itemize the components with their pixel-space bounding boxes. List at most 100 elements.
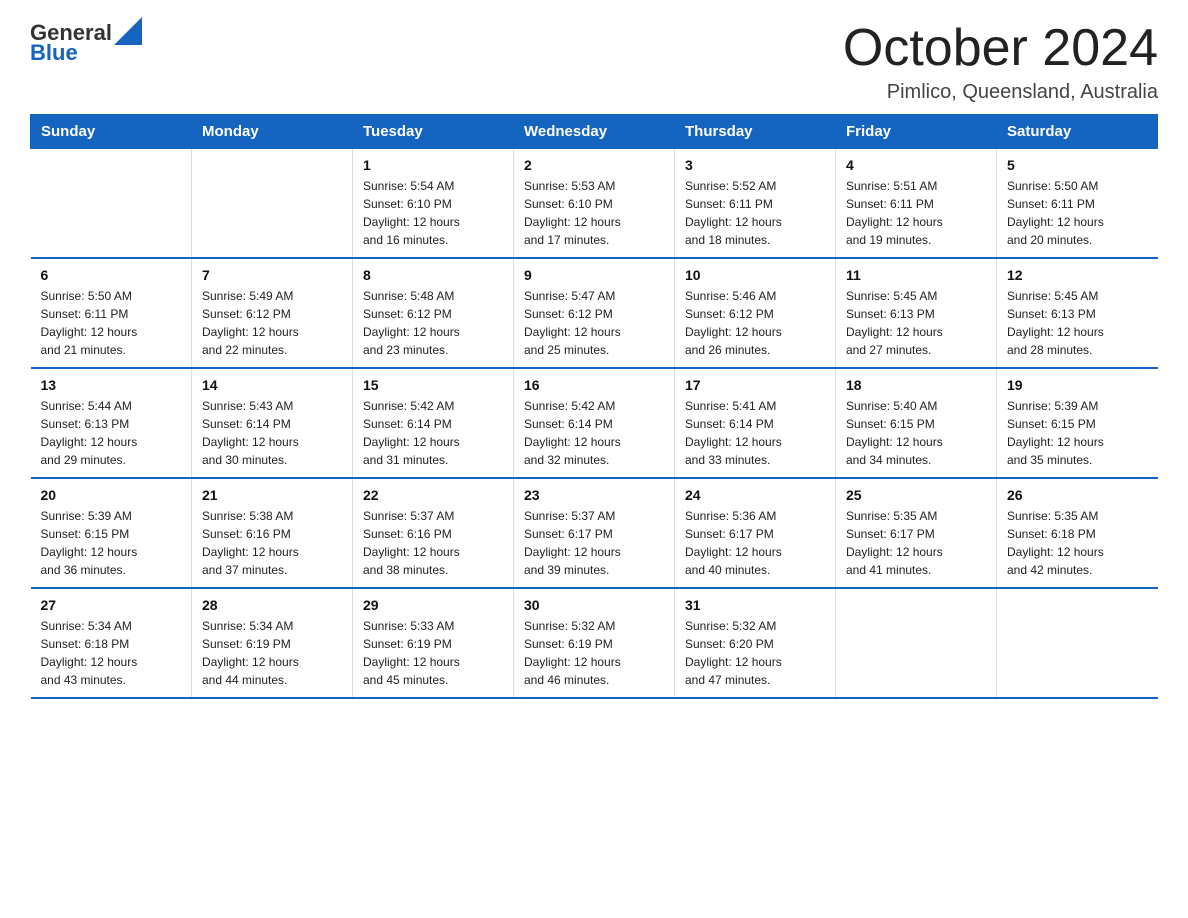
column-header-tuesday: Tuesday: [353, 115, 514, 149]
day-info: Sunrise: 5:52 AM Sunset: 6:11 PM Dayligh…: [685, 177, 825, 249]
day-number: 25: [846, 487, 986, 503]
day-number: 29: [363, 597, 503, 613]
day-info: Sunrise: 5:39 AM Sunset: 6:15 PM Dayligh…: [1007, 397, 1148, 469]
day-info: Sunrise: 5:42 AM Sunset: 6:14 PM Dayligh…: [524, 397, 664, 469]
page-header: General Blue October 2024 Pimlico, Queen…: [30, 20, 1158, 104]
calendar-week-row: 13 Sunrise: 5:44 AM Sunset: 6:13 PM Dayli…: [31, 368, 1158, 478]
day-number: 21: [202, 487, 342, 503]
calendar-cell: 3Sunrise: 5:52 AM Sunset: 6:11 PM Daylig…: [675, 149, 836, 259]
calendar-cell: 7 Sunrise: 5:49 AM Sunset: 6:12 PM Daylig…: [192, 258, 353, 368]
day-info: Sunrise: 5:39 AM Sunset: 6:15 PM Dayligh…: [41, 507, 182, 579]
calendar-week-row: 20 Sunrise: 5:39 AM Sunset: 6:15 PM Dayli…: [31, 478, 1158, 588]
calendar-cell: 22 Sunrise: 5:37 AM Sunset: 6:16 PM Dayli…: [353, 478, 514, 588]
calendar-cell: 29 Sunrise: 5:33 AM Sunset: 6:19 PM Dayli…: [353, 588, 514, 698]
day-info: Sunrise: 5:44 AM Sunset: 6:13 PM Dayligh…: [41, 397, 182, 469]
day-info: Sunrise: 5:54 AM Sunset: 6:10 PM Dayligh…: [363, 177, 503, 249]
day-info: Sunrise: 5:40 AM Sunset: 6:15 PM Dayligh…: [846, 397, 986, 469]
calendar-cell: 6 Sunrise: 5:50 AM Sunset: 6:11 PM Daylig…: [31, 258, 192, 368]
day-number: 12: [1007, 267, 1148, 283]
day-number: 16: [524, 377, 664, 393]
calendar-cell: 24 Sunrise: 5:36 AM Sunset: 6:17 PM Dayli…: [675, 478, 836, 588]
calendar-cell: 20 Sunrise: 5:39 AM Sunset: 6:15 PM Dayli…: [31, 478, 192, 588]
day-info: Sunrise: 5:41 AM Sunset: 6:14 PM Dayligh…: [685, 397, 825, 469]
calendar-cell: 27Sunrise: 5:34 AM Sunset: 6:18 PM Dayli…: [31, 588, 192, 698]
day-number: 23: [524, 487, 664, 503]
day-number: 17: [685, 377, 825, 393]
day-info: Sunrise: 5:43 AM Sunset: 6:14 PM Dayligh…: [202, 397, 342, 469]
calendar-cell: 31 Sunrise: 5:32 AM Sunset: 6:20 PM Dayli…: [675, 588, 836, 698]
calendar-subtitle: Pimlico, Queensland, Australia: [843, 81, 1158, 104]
day-info: Sunrise: 5:50 AM Sunset: 6:11 PM Dayligh…: [1007, 177, 1148, 249]
calendar-cell: 19 Sunrise: 5:39 AM Sunset: 6:15 PM Dayli…: [997, 368, 1158, 478]
calendar-cell: 2Sunrise: 5:53 AM Sunset: 6:10 PM Daylig…: [514, 149, 675, 259]
day-info: Sunrise: 5:36 AM Sunset: 6:17 PM Dayligh…: [685, 507, 825, 579]
day-number: 26: [1007, 487, 1148, 503]
calendar-cell: 26 Sunrise: 5:35 AM Sunset: 6:18 PM Dayli…: [997, 478, 1158, 588]
day-number: 11: [846, 267, 986, 283]
day-info: Sunrise: 5:42 AM Sunset: 6:14 PM Dayligh…: [363, 397, 503, 469]
day-number: 22: [363, 487, 503, 503]
calendar-cell: 18Sunrise: 5:40 AM Sunset: 6:15 PM Dayli…: [836, 368, 997, 478]
calendar-week-row: 6 Sunrise: 5:50 AM Sunset: 6:11 PM Daylig…: [31, 258, 1158, 368]
column-header-wednesday: Wednesday: [514, 115, 675, 149]
column-header-thursday: Thursday: [675, 115, 836, 149]
calendar-cell: 16 Sunrise: 5:42 AM Sunset: 6:14 PM Dayli…: [514, 368, 675, 478]
calendar-cell: 8Sunrise: 5:48 AM Sunset: 6:12 PM Daylig…: [353, 258, 514, 368]
day-number: 6: [41, 267, 182, 283]
calendar-cell: 5 Sunrise: 5:50 AM Sunset: 6:11 PM Daylig…: [997, 149, 1158, 259]
day-info: Sunrise: 5:37 AM Sunset: 6:17 PM Dayligh…: [524, 507, 664, 579]
calendar-cell: 10Sunrise: 5:46 AM Sunset: 6:12 PM Dayli…: [675, 258, 836, 368]
day-number: 10: [685, 267, 825, 283]
calendar-cell: 15 Sunrise: 5:42 AM Sunset: 6:14 PM Dayli…: [353, 368, 514, 478]
column-header-monday: Monday: [192, 115, 353, 149]
calendar-cell: 21 Sunrise: 5:38 AM Sunset: 6:16 PM Dayli…: [192, 478, 353, 588]
day-info: Sunrise: 5:45 AM Sunset: 6:13 PM Dayligh…: [1007, 287, 1148, 359]
calendar-cell: 12 Sunrise: 5:45 AM Sunset: 6:13 PM Dayli…: [997, 258, 1158, 368]
calendar-cell: 1 Sunrise: 5:54 AM Sunset: 6:10 PM Daylig…: [353, 149, 514, 259]
day-number: 9: [524, 267, 664, 283]
day-number: 31: [685, 597, 825, 613]
day-info: Sunrise: 5:35 AM Sunset: 6:17 PM Dayligh…: [846, 507, 986, 579]
day-number: 13: [41, 377, 182, 393]
calendar-cell: 4 Sunrise: 5:51 AM Sunset: 6:11 PM Daylig…: [836, 149, 997, 259]
day-number: 24: [685, 487, 825, 503]
calendar-week-row: 1 Sunrise: 5:54 AM Sunset: 6:10 PM Daylig…: [31, 149, 1158, 259]
calendar-week-row: 27Sunrise: 5:34 AM Sunset: 6:18 PM Dayli…: [31, 588, 1158, 698]
day-info: Sunrise: 5:35 AM Sunset: 6:18 PM Dayligh…: [1007, 507, 1148, 579]
column-header-sunday: Sunday: [31, 115, 192, 149]
logo: General Blue: [30, 20, 142, 66]
day-info: Sunrise: 5:51 AM Sunset: 6:11 PM Dayligh…: [846, 177, 986, 249]
day-info: Sunrise: 5:50 AM Sunset: 6:11 PM Dayligh…: [41, 287, 182, 359]
day-info: Sunrise: 5:49 AM Sunset: 6:12 PM Dayligh…: [202, 287, 342, 359]
calendar-cell: 23 Sunrise: 5:37 AM Sunset: 6:17 PM Dayli…: [514, 478, 675, 588]
calendar-cell: 9Sunrise: 5:47 AM Sunset: 6:12 PM Daylig…: [514, 258, 675, 368]
day-number: 2: [524, 157, 664, 173]
day-number: 19: [1007, 377, 1148, 393]
day-info: Sunrise: 5:34 AM Sunset: 6:19 PM Dayligh…: [202, 617, 342, 689]
day-number: 4: [846, 157, 986, 173]
calendar-cell: [31, 149, 192, 259]
day-number: 15: [363, 377, 503, 393]
calendar-cell: 13 Sunrise: 5:44 AM Sunset: 6:13 PM Dayli…: [31, 368, 192, 478]
day-info: Sunrise: 5:38 AM Sunset: 6:16 PM Dayligh…: [202, 507, 342, 579]
calendar-cell: 17 Sunrise: 5:41 AM Sunset: 6:14 PM Dayli…: [675, 368, 836, 478]
day-info: Sunrise: 5:32 AM Sunset: 6:20 PM Dayligh…: [685, 617, 825, 689]
logo-text-blue: Blue: [30, 40, 78, 66]
day-number: 20: [41, 487, 182, 503]
calendar-cell: 30Sunrise: 5:32 AM Sunset: 6:19 PM Dayli…: [514, 588, 675, 698]
day-info: Sunrise: 5:33 AM Sunset: 6:19 PM Dayligh…: [363, 617, 503, 689]
calendar-cell: 28Sunrise: 5:34 AM Sunset: 6:19 PM Dayli…: [192, 588, 353, 698]
calendar-cell: [192, 149, 353, 259]
day-number: 27: [41, 597, 182, 613]
calendar-cell: 14 Sunrise: 5:43 AM Sunset: 6:14 PM Dayli…: [192, 368, 353, 478]
day-number: 7: [202, 267, 342, 283]
day-number: 14: [202, 377, 342, 393]
day-info: Sunrise: 5:48 AM Sunset: 6:12 PM Dayligh…: [363, 287, 503, 359]
day-number: 1: [363, 157, 503, 173]
calendar-title-block: October 2024 Pimlico, Queensland, Austra…: [843, 20, 1158, 104]
calendar-header-row: SundayMondayTuesdayWednesdayThursdayFrid…: [31, 115, 1158, 149]
calendar-cell: [997, 588, 1158, 698]
logo-triangle-icon: [114, 17, 142, 45]
day-info: Sunrise: 5:37 AM Sunset: 6:16 PM Dayligh…: [363, 507, 503, 579]
day-number: 5: [1007, 157, 1148, 173]
